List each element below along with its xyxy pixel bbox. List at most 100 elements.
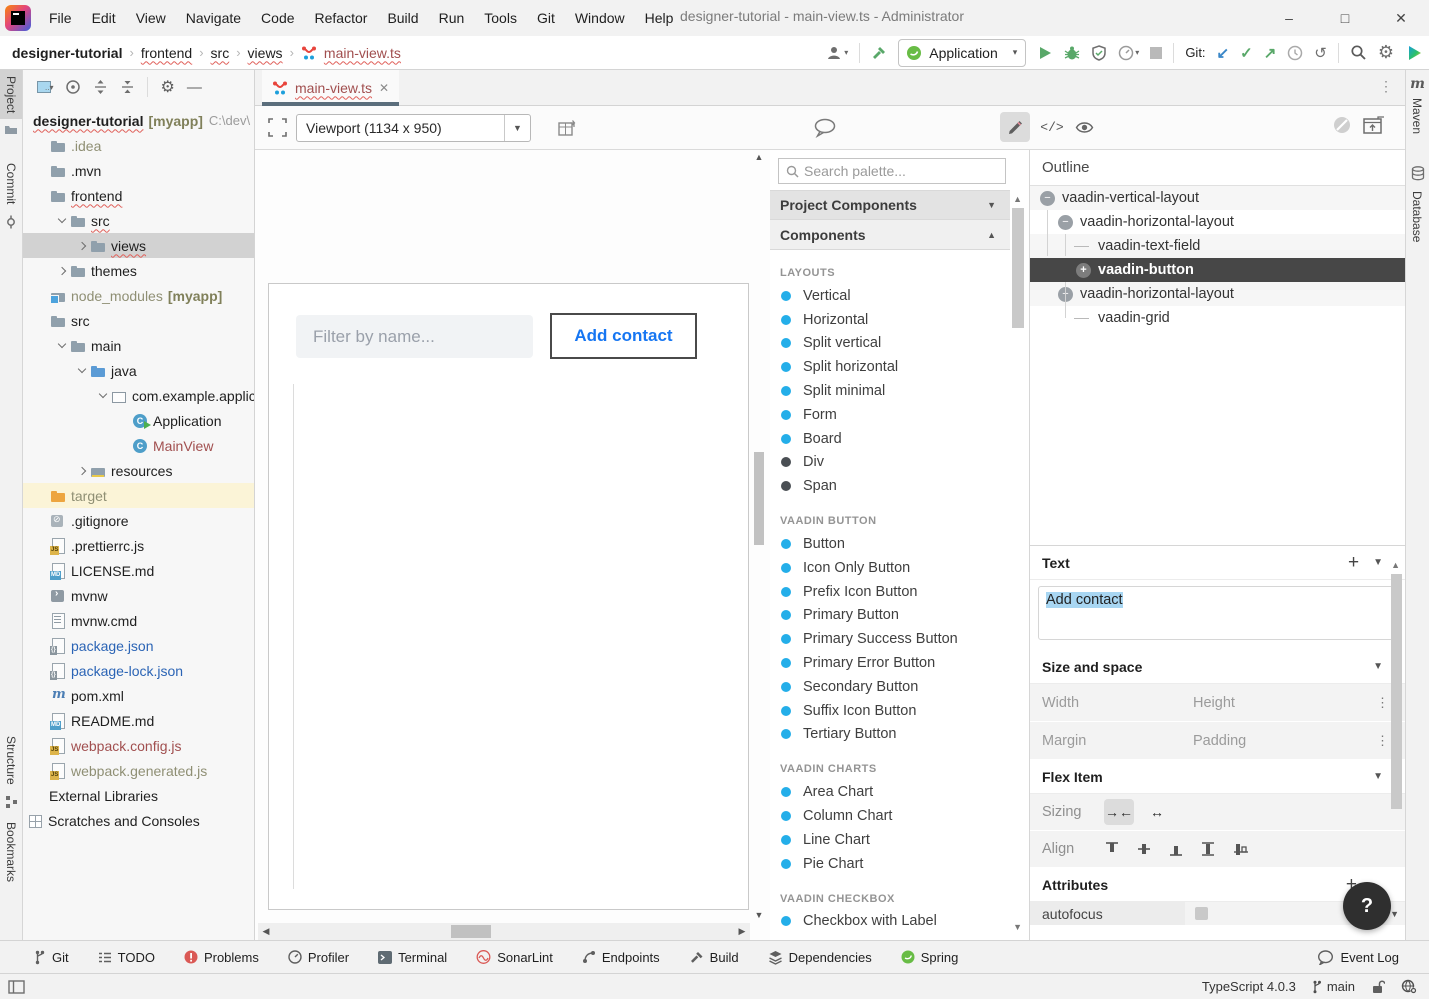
canvas-horizontal-scrollbar[interactable]: ◀ ▶ [258,923,750,940]
tool-window-problems[interactable]: Problems [184,950,259,965]
outline-expander-icon[interactable] [1076,239,1091,254]
debug-icon[interactable] [1064,45,1080,61]
coverage-icon[interactable] [1091,45,1107,61]
palette-item[interactable]: Primary Button [770,604,1010,628]
tree-row[interactable]: Application [23,408,254,433]
search-everywhere-icon[interactable] [1350,44,1367,61]
tree-chevron-icon[interactable] [76,239,90,253]
open-in-window-icon[interactable] [1363,116,1385,134]
menu-item[interactable]: Refactor [305,4,378,32]
locate-file-icon[interactable] [65,79,81,95]
tool-window-tab-project[interactable]: Project [0,70,22,119]
palette-item[interactable]: Pie Chart [770,852,1010,876]
breadcrumb-src[interactable]: src [211,45,230,61]
autofocus-checkbox[interactable] [1195,907,1208,920]
tree-row[interactable]: java [23,358,254,383]
align-baseline-button[interactable] [1232,841,1250,857]
tool-window-tab-database[interactable]: Database [1406,185,1428,248]
tool-window-tab-structure[interactable]: Structure [0,730,22,791]
tree-row[interactable]: src [23,208,254,233]
tab-close-icon[interactable]: ✕ [379,81,389,95]
breadcrumb-frontend[interactable]: frontend [141,45,192,61]
menu-item[interactable]: Run [429,4,475,32]
size-row-margin-padding[interactable]: Margin Padding ⋮ [1030,722,1405,760]
outline-expander-icon[interactable] [1076,311,1091,326]
palette-item[interactable]: Board [770,427,1010,451]
props-scroll-down-icon[interactable]: ▼ [1390,909,1399,919]
palette-item[interactable]: Tertiary Button [770,723,1010,747]
selected-component-outline[interactable]: Add contact [550,313,697,359]
tool-window-tab-bookmarks[interactable]: Bookmarks [0,816,22,888]
align-center-button[interactable] [1136,841,1152,857]
add-icon[interactable]: + [1348,552,1359,574]
palette-item[interactable]: Primary Error Button [770,651,1010,675]
menu-item[interactable]: Git [527,4,565,32]
tree-row[interactable]: .idea [23,133,254,158]
palette-item[interactable]: Split vertical [770,332,1010,356]
comment-bubble-icon[interactable] [813,118,837,138]
palette-item[interactable]: Line Chart [770,828,1010,852]
align-stretch-button[interactable] [1200,841,1216,857]
edit-mode-button[interactable] [1000,112,1030,142]
palette-item[interactable]: Icon Only Button [770,556,1010,580]
preview-mode-button[interactable] [1069,112,1099,142]
palette-item[interactable]: Div [770,451,1010,475]
palette-section-components[interactable]: Components▲ [770,220,1010,250]
palette-item[interactable]: Split horizontal [770,355,1010,379]
padding-field-label[interactable]: Padding [1193,733,1343,749]
outline-row[interactable]: vaadin-button [1030,258,1405,282]
hide-panel-icon[interactable]: — [187,79,202,96]
tree-row[interactable]: .gitignore [23,508,254,533]
tree-row[interactable]: README.md [23,708,254,733]
tool-window-terminal[interactable]: Terminal [378,950,447,965]
tool-window-tab-commit[interactable]: Commit [0,157,22,210]
chevron-down-icon[interactable]: ▼ [1373,557,1383,568]
props-scroll-up-icon[interactable]: ▲ [1391,560,1400,570]
palette-item[interactable]: Checkbox with Label [770,910,1010,934]
width-field-label[interactable]: Width [1030,695,1193,711]
palette-item[interactable]: Button [770,532,1010,556]
palette-item[interactable]: Secondary Button [770,675,1010,699]
tool-window-git[interactable]: Git [34,950,69,965]
typescript-version[interactable]: TypeScript 4.0.3 [1202,979,1296,994]
history-icon[interactable] [1287,45,1303,61]
tree-chevron-icon[interactable] [56,264,70,278]
tab-options-icon[interactable]: ⋮ [1379,78,1393,95]
tree-chevron-icon[interactable] [56,214,70,228]
tree-row[interactable]: frontend [23,183,254,208]
palette-item[interactable]: VAADIN BUTTON [770,498,1010,532]
git-branch-widget[interactable]: main [1312,979,1355,994]
editor-tab[interactable]: main-view.ts ✕ [262,70,399,105]
close-button[interactable]: ✕ [1373,0,1429,36]
tree-chevron-icon[interactable] [56,339,70,353]
more-options-icon[interactable]: ⋮ [1376,733,1389,749]
menu-item[interactable]: Tools [474,4,527,32]
tool-window-dependencies[interactable]: Dependencies [768,950,872,965]
tree-row[interactable]: src [23,308,254,333]
tree-chevron-icon[interactable] [76,364,90,378]
palette-item[interactable]: Prefix Icon Button [770,580,1010,604]
collapse-all-icon[interactable] [120,79,135,95]
tool-window-sonarlint[interactable]: SonarLint [476,950,553,965]
breadcrumb-views[interactable]: views [248,45,283,61]
git-update-icon[interactable]: ↙ [1217,44,1230,62]
horizontal-scroll-thumb[interactable] [451,925,491,938]
palette-scroll-up-icon[interactable]: ▲ [1013,194,1022,204]
tree-chevron-icon[interactable] [76,464,90,478]
tree-row[interactable]: resources [23,458,254,483]
tree-row[interactable]: com.example.applica [23,383,254,408]
palette-search-input[interactable] [804,163,1005,179]
plugin-icon[interactable] [1405,44,1423,62]
palette-item[interactable]: Split minimal [770,379,1010,403]
menu-item[interactable]: Help [635,4,684,32]
menu-item[interactable]: View [126,4,176,32]
menu-item[interactable]: Navigate [176,4,251,32]
tree-row[interactable]: main [23,333,254,358]
palette-item[interactable]: Form [770,403,1010,427]
maximize-button[interactable]: □ [1317,0,1373,36]
outline-expander-icon[interactable] [1076,263,1091,278]
section-text[interactable]: Text + ▼ [1030,546,1405,580]
user-account-icon[interactable]: ▾ [826,45,848,61]
tree-row[interactable]: node_modules [myapp] [23,283,254,308]
menu-item[interactable]: Build [377,4,428,32]
